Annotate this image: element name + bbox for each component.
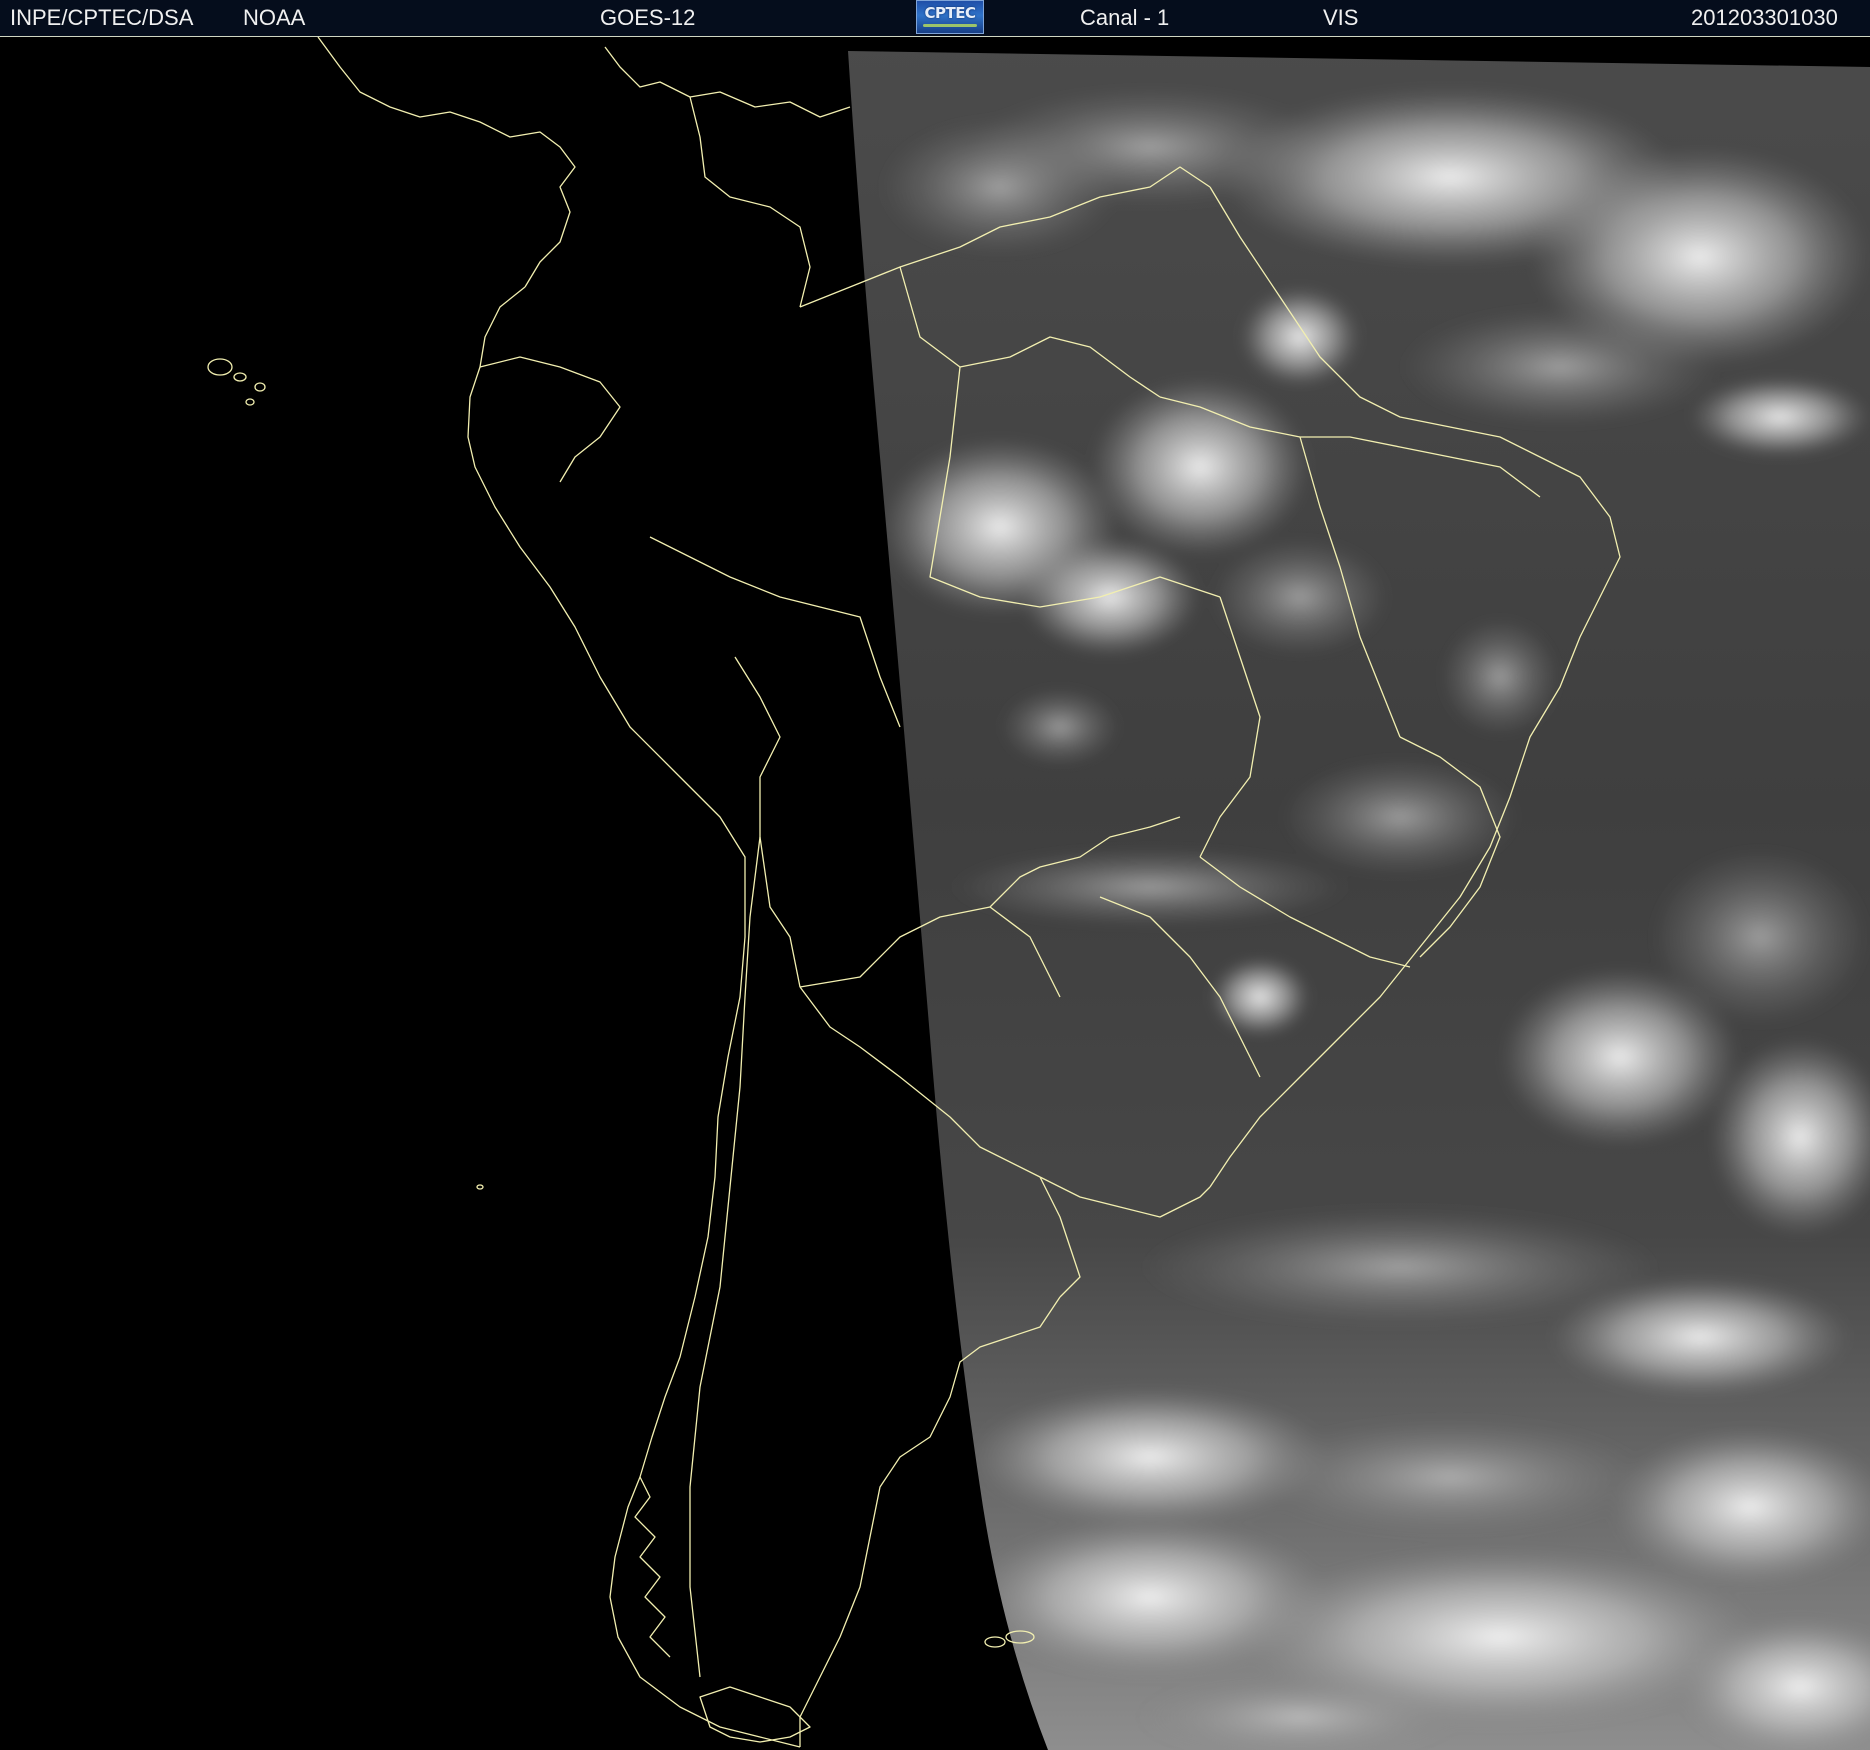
imagery-disk <box>848 51 1870 1750</box>
satellite-label: GOES-12 <box>600 5 696 30</box>
channel-label: Canal - 1 <box>1080 5 1170 30</box>
band-label: VIS <box>1323 5 1359 30</box>
satellite-map <box>0 37 1870 1750</box>
timestamp-label: 201203301030 <box>1691 5 1838 30</box>
cptec-logo-icon: CPTEC <box>916 0 984 34</box>
logo-text: CPTEC <box>924 4 977 22</box>
source-label: INPE/CPTEC/DSA <box>10 5 194 30</box>
agency-label: NOAA <box>243 5 306 30</box>
image-header-bar: INPE/CPTEC/DSA NOAA GOES-12 CPTEC Canal … <box>0 0 1870 37</box>
logo-accent <box>923 24 977 27</box>
satellite-image-viewer: INPE/CPTEC/DSA NOAA GOES-12 CPTEC Canal … <box>0 0 1870 1750</box>
